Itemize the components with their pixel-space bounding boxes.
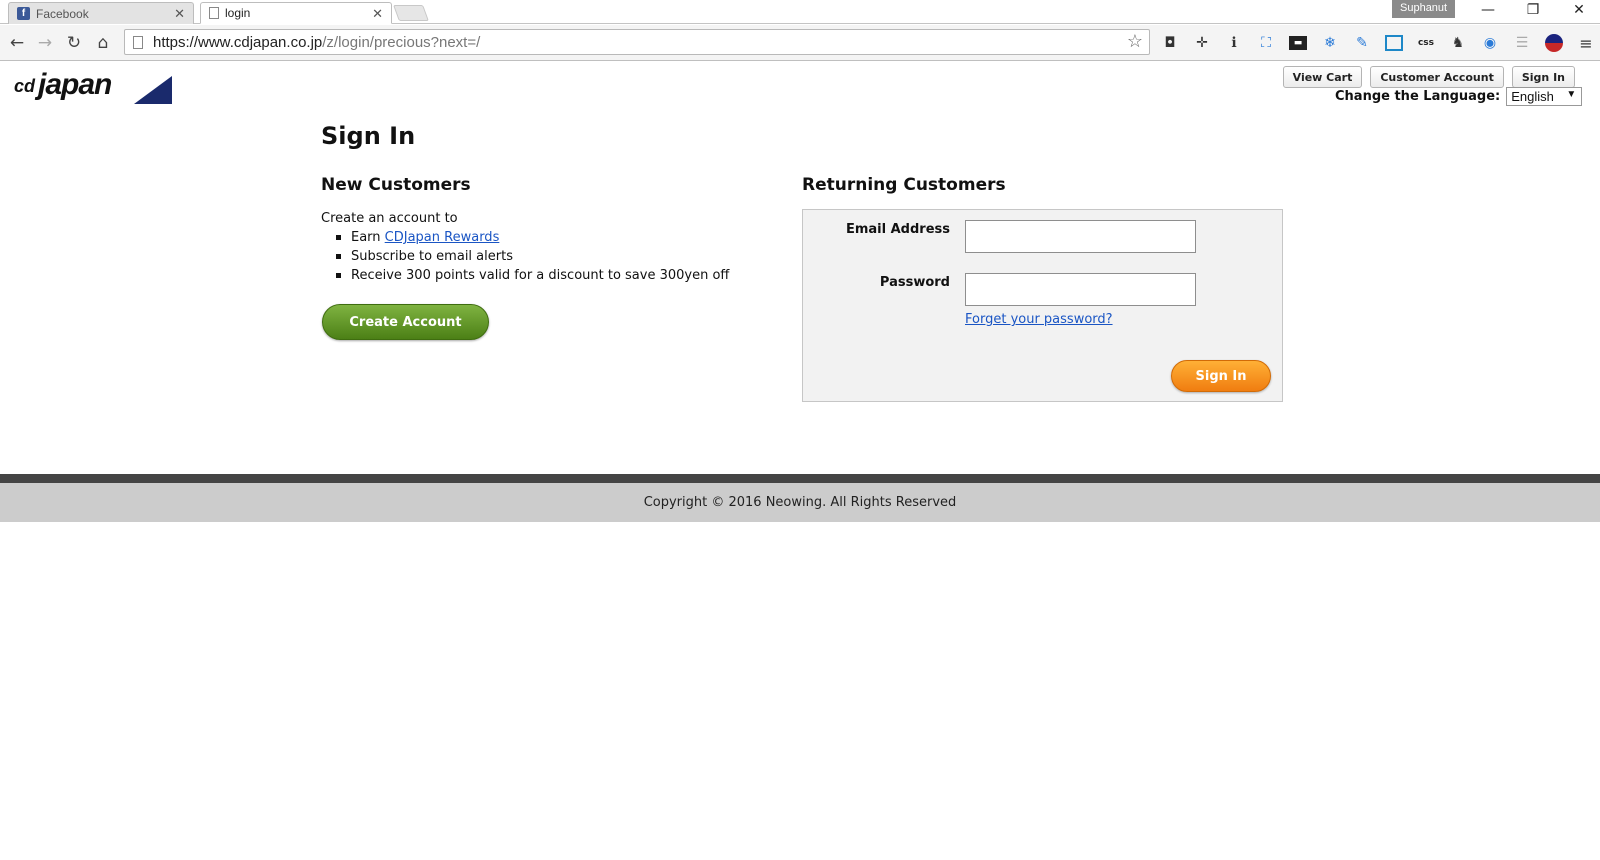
returning-customers-heading: Returning Customers <box>802 175 1006 195</box>
screen-capture-extension-icon[interactable]: ⛶ <box>1254 31 1278 55</box>
email-field[interactable] <box>965 220 1196 253</box>
login-form: Email Address Password Forget your passw… <box>802 209 1283 402</box>
copyright-text: Copyright © 2016 Neowing. All Rights Res… <box>643 495 957 510</box>
flag-extension-icon[interactable] <box>1545 34 1563 52</box>
tab-title: Facebook <box>36 6 89 21</box>
list-item: Subscribe to email alerts <box>335 247 729 266</box>
customer-account-button[interactable]: Customer Account <box>1370 66 1504 88</box>
terminal-extension-icon[interactable]: ▬ <box>1289 36 1307 50</box>
crosshair-extension-icon[interactable]: ✛ <box>1190 31 1214 55</box>
footer: Copyright © 2016 Neowing. All Rights Res… <box>0 483 1600 522</box>
sign-in-button[interactable]: Sign In <box>1171 360 1271 392</box>
browser-toolbar: ← → ↻ ⌂ https://www.cdjapan.co.jp/z/logi… <box>0 25 1600 61</box>
url-host: https://www.cdjapan.co.jp <box>153 33 323 51</box>
header-buttons: View Cart Customer Account Sign In <box>1282 66 1575 88</box>
logo-domain: .co.jp <box>124 86 148 96</box>
tab-title: login <box>225 6 251 20</box>
language-selected: English <box>1511 89 1554 104</box>
info-extension-icon[interactable]: ℹ <box>1222 31 1246 55</box>
page-title: Sign In <box>321 122 416 150</box>
benefit-prefix: Earn <box>351 230 385 245</box>
chat-extension-icon[interactable]: ◉ <box>1478 31 1502 55</box>
new-tab-button[interactable] <box>393 5 429 21</box>
snowflake-extension-icon[interactable]: ❄ <box>1318 31 1342 55</box>
email-label: Email Address <box>845 222 950 237</box>
page-info-icon[interactable] <box>133 35 143 49</box>
language-switcher: Change the Language: English ▼ <box>1335 87 1583 106</box>
facebook-icon: f <box>17 7 30 20</box>
back-icon[interactable]: ← <box>5 31 29 55</box>
tab-login[interactable]: login ✕ <box>200 2 392 24</box>
bookmark-star-icon[interactable]: ☆ <box>1127 31 1143 52</box>
cdjapan-logo[interactable]: cd japan .co.jp <box>14 68 172 104</box>
home-icon[interactable]: ⌂ <box>91 31 115 55</box>
page-icon <box>209 7 219 19</box>
window-close-icon[interactable]: ✕ <box>1564 2 1594 22</box>
reload-icon[interactable]: ↻ <box>62 31 86 55</box>
password-label: Password <box>879 275 950 290</box>
cdjapan-rewards-link[interactable]: CDJapan Rewards <box>385 230 500 245</box>
forward-icon[interactable]: → <box>33 31 57 55</box>
css-extension-icon[interactable]: css <box>1414 31 1438 55</box>
window-extension-icon[interactable] <box>1385 35 1403 51</box>
restore-icon[interactable]: ❐ <box>1518 2 1548 22</box>
list-item: Earn CDJapan Rewards <box>335 228 729 247</box>
url-path: /z/login/precious?next=/ <box>322 33 481 51</box>
extensions-bar: ◘ ✛ ℹ ⛶ ▬ ❄ ✎ css ♞ ◉ ☰ ≡ <box>1158 31 1598 55</box>
edit-extension-icon[interactable]: ✎ <box>1350 31 1374 55</box>
horse-extension-icon[interactable]: ♞ <box>1446 31 1470 55</box>
tab-facebook[interactable]: f Facebook ✕ <box>8 2 194 24</box>
view-cart-button[interactable]: View Cart <box>1282 66 1363 88</box>
new-customers-heading: New Customers <box>321 175 471 195</box>
logo-cd: cd <box>14 76 36 96</box>
password-field[interactable] <box>965 273 1196 306</box>
language-select[interactable]: English ▼ <box>1506 87 1583 106</box>
logo-japan: japan <box>38 68 112 101</box>
binoculars-extension-icon[interactable]: ◘ <box>1158 31 1182 55</box>
profile-badge[interactable]: Suphanut <box>1392 0 1456 18</box>
minimize-icon[interactable]: — <box>1473 2 1503 22</box>
forgot-password-link[interactable]: Forget your password? <box>965 312 1113 327</box>
browser-menu-icon[interactable]: ≡ <box>1574 31 1598 55</box>
chevron-down-icon: ▼ <box>1566 89 1577 100</box>
list-item: Receive 300 points valid for a discount … <box>335 268 730 283</box>
benefits-list: Earn CDJapan Rewards Subscribe to email … <box>335 228 730 285</box>
language-label: Change the Language: <box>1335 89 1501 104</box>
browser-tabstrip: f Facebook ✕ login ✕ Suphanut — ❐ ✕ <box>0 0 1600 24</box>
close-icon[interactable]: ✕ <box>174 6 185 22</box>
close-icon[interactable]: ✕ <box>372 6 383 22</box>
address-bar[interactable]: https://www.cdjapan.co.jp/z/login/precio… <box>124 29 1150 55</box>
header-sign-in-button[interactable]: Sign In <box>1511 66 1575 88</box>
create-account-button[interactable]: Create Account <box>322 304 489 340</box>
footer-divider <box>0 474 1600 483</box>
list-extension-icon[interactable]: ☰ <box>1510 31 1534 55</box>
new-customers-intro: Create an account to <box>321 211 458 226</box>
